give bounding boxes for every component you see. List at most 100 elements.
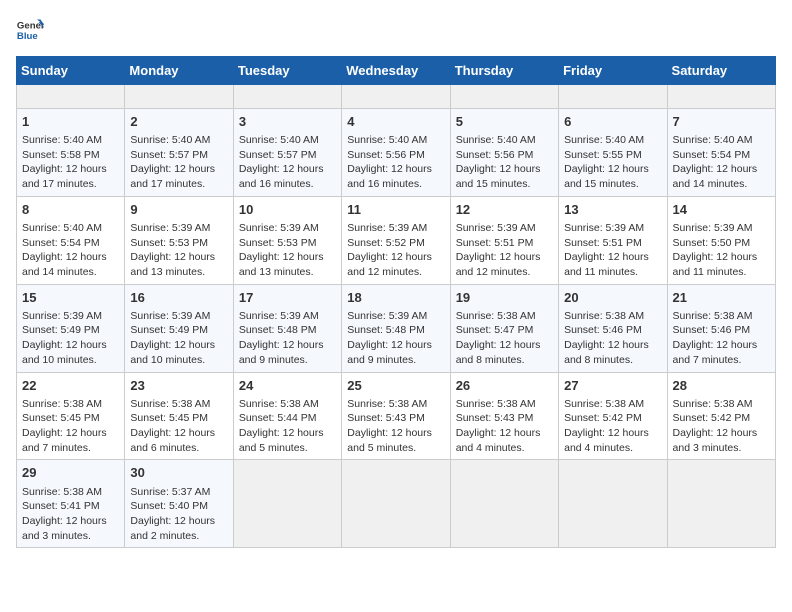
- day-number: 29: [22, 464, 119, 482]
- day-info: Sunrise: 5:38 AMSunset: 5:46 PMDaylight:…: [564, 309, 661, 368]
- calendar-cell: [342, 460, 450, 548]
- calendar-cell: 7 Sunrise: 5:40 AMSunset: 5:54 PMDaylight…: [667, 108, 775, 196]
- day-number: 9: [130, 201, 227, 219]
- day-info: Sunrise: 5:38 AMSunset: 5:46 PMDaylight:…: [673, 309, 770, 368]
- calendar-cell: 20Sunrise: 5:38 AMSunset: 5:46 PMDayligh…: [559, 284, 667, 372]
- day-info: Sunrise: 5:40 AMSunset: 5:54 PMDaylight:…: [673, 133, 770, 192]
- calendar-week-2: 8Sunrise: 5:40 AMSunset: 5:54 PMDaylight…: [17, 196, 776, 284]
- day-number: 28: [673, 377, 770, 395]
- day-number: 18: [347, 289, 444, 307]
- day-info: Sunrise: 5:39 AMSunset: 5:49 PMDaylight:…: [22, 309, 119, 368]
- day-info: Sunrise: 5:40 AMSunset: 5:56 PMDaylight:…: [456, 133, 553, 192]
- day-number: 7: [673, 113, 770, 131]
- calendar-cell: 8Sunrise: 5:40 AMSunset: 5:54 PMDaylight…: [17, 196, 125, 284]
- calendar-cell: 24Sunrise: 5:38 AMSunset: 5:44 PMDayligh…: [233, 372, 341, 460]
- calendar-cell: [125, 85, 233, 109]
- day-info: Sunrise: 5:38 AMSunset: 5:42 PMDaylight:…: [564, 397, 661, 456]
- day-number: 16: [130, 289, 227, 307]
- day-info: Sunrise: 5:40 AMSunset: 5:57 PMDaylight:…: [239, 133, 336, 192]
- calendar-cell: 21 Sunrise: 5:38 AMSunset: 5:46 PMDayligh…: [667, 284, 775, 372]
- day-number: 8: [22, 201, 119, 219]
- calendar-week-3: 15 Sunrise: 5:39 AMSunset: 5:49 PMDayligh…: [17, 284, 776, 372]
- calendar-cell: 2 Sunrise: 5:40 AMSunset: 5:57 PMDaylight…: [125, 108, 233, 196]
- calendar-cell: 9 Sunrise: 5:39 AMSunset: 5:53 PMDaylight…: [125, 196, 233, 284]
- day-info: Sunrise: 5:39 AMSunset: 5:53 PMDaylight:…: [130, 221, 227, 280]
- calendar-cell: 23 Sunrise: 5:38 AMSunset: 5:45 PMDayligh…: [125, 372, 233, 460]
- day-number: 21: [673, 289, 770, 307]
- header-friday: Friday: [559, 57, 667, 85]
- calendar-cell: 22Sunrise: 5:38 AMSunset: 5:45 PMDayligh…: [17, 372, 125, 460]
- calendar-cell: 5Sunrise: 5:40 AMSunset: 5:56 PMDaylight…: [450, 108, 558, 196]
- day-number: 10: [239, 201, 336, 219]
- day-number: 2: [130, 113, 227, 131]
- day-number: 4: [347, 113, 444, 131]
- day-info: Sunrise: 5:38 AMSunset: 5:47 PMDaylight:…: [456, 309, 553, 368]
- header-tuesday: Tuesday: [233, 57, 341, 85]
- calendar-cell: 28 Sunrise: 5:38 AMSunset: 5:42 PMDayligh…: [667, 372, 775, 460]
- day-number: 3: [239, 113, 336, 131]
- day-number: 19: [456, 289, 553, 307]
- day-number: 25: [347, 377, 444, 395]
- calendar-cell: [667, 460, 775, 548]
- day-info: Sunrise: 5:38 AMSunset: 5:42 PMDaylight:…: [673, 397, 770, 456]
- calendar-cell: 11Sunrise: 5:39 AMSunset: 5:52 PMDayligh…: [342, 196, 450, 284]
- day-info: Sunrise: 5:40 AMSunset: 5:57 PMDaylight:…: [130, 133, 227, 192]
- day-number: 15: [22, 289, 119, 307]
- calendar-cell: 3 Sunrise: 5:40 AMSunset: 5:57 PMDaylight…: [233, 108, 341, 196]
- calendar-cell: 17Sunrise: 5:39 AMSunset: 5:48 PMDayligh…: [233, 284, 341, 372]
- day-info: Sunrise: 5:38 AMSunset: 5:41 PMDaylight:…: [22, 485, 119, 544]
- day-number: 1: [22, 113, 119, 131]
- day-info: Sunrise: 5:39 AMSunset: 5:51 PMDaylight:…: [564, 221, 661, 280]
- svg-text:General: General: [17, 20, 44, 31]
- day-number: 27: [564, 377, 661, 395]
- day-number: 23: [130, 377, 227, 395]
- logo: General Blue: [16, 16, 48, 44]
- day-number: 26: [456, 377, 553, 395]
- day-number: 6: [564, 113, 661, 131]
- calendar-cell: 25 Sunrise: 5:38 AMSunset: 5:43 PMDayligh…: [342, 372, 450, 460]
- day-number: 30: [130, 464, 227, 482]
- calendar-cell: 10 Sunrise: 5:39 AMSunset: 5:53 PMDayligh…: [233, 196, 341, 284]
- day-number: 24: [239, 377, 336, 395]
- day-info: Sunrise: 5:40 AMSunset: 5:56 PMDaylight:…: [347, 133, 444, 192]
- calendar-cell: [342, 85, 450, 109]
- day-info: Sunrise: 5:38 AMSunset: 5:45 PMDaylight:…: [22, 397, 119, 456]
- day-info: Sunrise: 5:38 AMSunset: 5:43 PMDaylight:…: [347, 397, 444, 456]
- day-info: Sunrise: 5:40 AMSunset: 5:55 PMDaylight:…: [564, 133, 661, 192]
- calendar-cell: 14Sunrise: 5:39 AMSunset: 5:50 PMDayligh…: [667, 196, 775, 284]
- calendar-cell: [233, 85, 341, 109]
- calendar-cell: 1 Sunrise: 5:40 AMSunset: 5:58 PMDaylight…: [17, 108, 125, 196]
- calendar-cell: 27 Sunrise: 5:38 AMSunset: 5:42 PMDayligh…: [559, 372, 667, 460]
- day-number: 14: [673, 201, 770, 219]
- calendar-cell: [17, 85, 125, 109]
- page-header: General Blue: [16, 16, 776, 44]
- day-number: 11: [347, 201, 444, 219]
- calendar-cell: 15 Sunrise: 5:39 AMSunset: 5:49 PMDayligh…: [17, 284, 125, 372]
- day-number: 12: [456, 201, 553, 219]
- calendar-week-0: [17, 85, 776, 109]
- calendar-week-5: 29 Sunrise: 5:38 AMSunset: 5:41 PMDayligh…: [17, 460, 776, 548]
- day-info: Sunrise: 5:40 AMSunset: 5:58 PMDaylight:…: [22, 133, 119, 192]
- day-info: Sunrise: 5:38 AMSunset: 5:45 PMDaylight:…: [130, 397, 227, 456]
- calendar-cell: 29 Sunrise: 5:38 AMSunset: 5:41 PMDayligh…: [17, 460, 125, 548]
- day-info: Sunrise: 5:39 AMSunset: 5:49 PMDaylight:…: [130, 309, 227, 368]
- day-info: Sunrise: 5:39 AMSunset: 5:53 PMDaylight:…: [239, 221, 336, 280]
- day-info: Sunrise: 5:39 AMSunset: 5:48 PMDaylight:…: [239, 309, 336, 368]
- calendar-cell: [559, 460, 667, 548]
- header-wednesday: Wednesday: [342, 57, 450, 85]
- calendar-header-row: SundayMondayTuesdayWednesdayThursdayFrid…: [17, 57, 776, 85]
- day-info: Sunrise: 5:39 AMSunset: 5:51 PMDaylight:…: [456, 221, 553, 280]
- svg-text:Blue: Blue: [17, 31, 38, 42]
- day-number: 13: [564, 201, 661, 219]
- calendar-cell: [667, 85, 775, 109]
- calendar-cell: 12 Sunrise: 5:39 AMSunset: 5:51 PMDayligh…: [450, 196, 558, 284]
- calendar-cell: 19 Sunrise: 5:38 AMSunset: 5:47 PMDayligh…: [450, 284, 558, 372]
- calendar-table: SundayMondayTuesdayWednesdayThursdayFrid…: [16, 56, 776, 548]
- calendar-cell: 30Sunrise: 5:37 AMSunset: 5:40 PMDayligh…: [125, 460, 233, 548]
- calendar-week-1: 1 Sunrise: 5:40 AMSunset: 5:58 PMDaylight…: [17, 108, 776, 196]
- logo-icon: General Blue: [16, 16, 44, 44]
- calendar-cell: [450, 85, 558, 109]
- header-saturday: Saturday: [667, 57, 775, 85]
- header-thursday: Thursday: [450, 57, 558, 85]
- day-info: Sunrise: 5:38 AMSunset: 5:43 PMDaylight:…: [456, 397, 553, 456]
